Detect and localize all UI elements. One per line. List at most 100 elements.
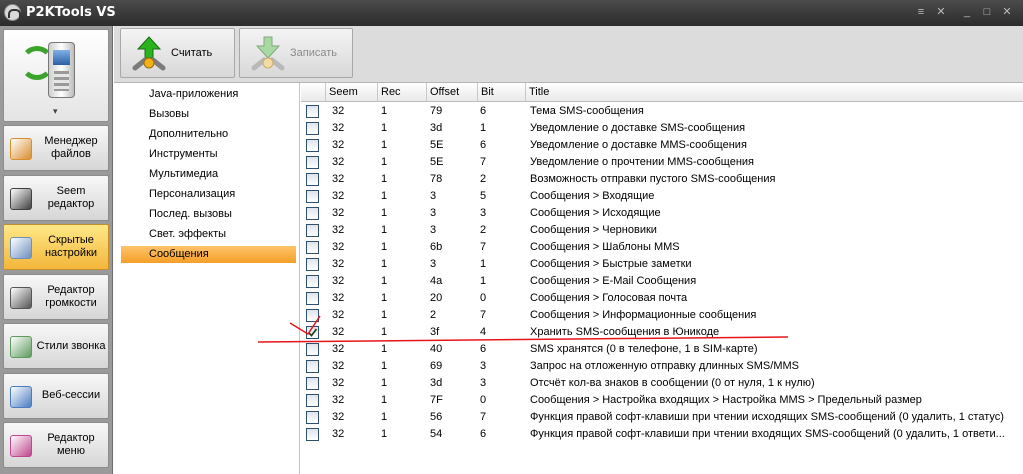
table-row[interactable]: 32 1 3 3 Сообщения > Исходящие [301,205,1023,222]
row-checkbox[interactable] [306,377,319,390]
row-checkbox[interactable] [306,326,319,339]
row-checkbox[interactable] [306,190,319,203]
cell-rec: 1 [381,105,388,117]
tree-item[interactable]: Вызовы [121,106,296,123]
cell-offset: 4a [430,275,443,287]
sidebar-button-file-manager[interactable]: Менеджер файлов [3,125,109,171]
cell-offset: 6b [430,241,443,253]
table-row[interactable]: 32 1 3 1 Сообщения > Быстрые заметки [301,256,1023,273]
row-checkbox[interactable] [306,122,319,135]
cell-offset: 3 [430,190,437,202]
tree-item[interactable]: Дополнительно [121,126,296,143]
cell-offset: 5E [430,156,444,168]
cell-rec: 1 [381,207,388,219]
row-checkbox[interactable] [306,309,319,322]
row-checkbox[interactable] [306,411,319,424]
row-checkbox[interactable] [306,292,319,305]
row-checkbox[interactable] [306,207,319,220]
phone-device-button[interactable]: ▾ [3,29,109,122]
table-row[interactable]: 32 1 5E 7 Уведомление о прочтении MMS-сообще… [301,154,1023,171]
sidebar-button-volume-editor[interactable]: Редактор громкости [3,273,109,320]
row-checkbox[interactable] [306,428,319,441]
table-row[interactable]: 32 1 40 6 SMS хранятся (0 в телефоне, 1 в SI… [301,341,1023,358]
cell-offset: 3 [430,258,437,270]
cell-rec: 1 [381,190,388,202]
minimize-button[interactable]: _ [960,6,974,19]
hidden-settings-icon [10,237,32,259]
table-row[interactable]: 32 1 5E 6 Уведомление о доставке MMS-сообщен… [301,137,1023,154]
seem-editor-icon [10,187,32,210]
row-checkbox[interactable] [306,139,319,152]
sidebar-button-ring-styles[interactable]: Стили звонка [3,323,109,369]
cell-bit: 7 [480,241,487,253]
write-arrow-icon [251,36,285,71]
table-row[interactable]: 32 1 79 6 Тема SMS-сообщения [301,103,1023,120]
row-checkbox[interactable] [306,224,319,237]
tree-item[interactable]: Сообщения [121,246,296,263]
cell-bit: 1 [480,122,487,134]
sidebar-button-seem-editor[interactable]: Seem редактор [3,174,109,221]
cell-title: Функция правой софт-клавиши при чтении в… [530,428,1005,440]
table-row[interactable]: 32 1 78 2 Возможность отправки пустого SMS-с… [301,171,1023,188]
column-header-rec[interactable]: Rec [377,83,426,102]
table-row[interactable]: 32 1 6b 7 Сообщения > Шаблоны MMS [301,239,1023,256]
row-checkbox[interactable] [306,360,319,373]
cell-rec: 1 [381,241,388,253]
web-sessions-icon [10,385,32,408]
sidebar-button-hidden-settings[interactable]: Скрытые настройки [3,224,109,270]
table-row[interactable]: 32 1 3d 1 Уведомление о доставке SMS-сообщен… [301,120,1023,137]
row-checkbox[interactable] [306,241,319,254]
row-checkbox[interactable] [306,105,319,118]
tree-item[interactable]: Java-приложения [121,86,296,103]
cell-title: Запрос на отложенную отправку длинных SM… [530,360,799,372]
table-row[interactable]: 32 1 3 2 Сообщения > Черновики [301,222,1023,239]
cell-title: Хранить SMS-сообщения в Юникоде [530,326,720,338]
cell-bit: 3 [480,207,487,219]
row-checkbox[interactable] [306,258,319,271]
table-row[interactable]: 32 1 3 5 Сообщения > Входящие [301,188,1023,205]
table-row[interactable]: 32 1 3d 3 Отсчёт кол-ва знаков в сообщении (… [301,375,1023,392]
table-row[interactable]: 32 1 54 6 Функция правой софт-клавиши при чт… [301,426,1023,443]
table-row[interactable]: 32 1 3f 4 Хранить SMS-сообщения в Юникоде [301,324,1023,341]
tree-item[interactable]: Инструменты [121,146,296,163]
row-checkbox[interactable] [306,156,319,169]
tree-item[interactable]: Послед. вызовы [121,206,296,223]
cell-offset: 3 [430,207,437,219]
write-button[interactable]: Записать [239,28,353,78]
maximize-button[interactable]: □ [980,6,994,19]
table-row[interactable]: 32 1 2 7 Сообщения > Информационные сообщени… [301,307,1023,324]
cell-bit: 2 [480,224,487,236]
tree-item[interactable]: Персонализация [121,186,296,203]
row-checkbox[interactable] [306,275,319,288]
menu-icon[interactable]: ≡ [914,6,928,19]
sidebar-button-web-sessions[interactable]: Веб-сессии [3,372,109,419]
tree-item[interactable]: Мультимедиа [121,166,296,183]
cell-title: Сообщения > Быстрые заметки [530,258,692,270]
row-checkbox[interactable] [306,394,319,407]
cell-rec: 1 [381,275,388,287]
cell-title: Тема SMS-сообщения [530,105,644,117]
close-button[interactable]: ✕ [934,6,948,19]
chevron-down-icon[interactable]: ▾ [53,106,58,117]
column-header-title[interactable]: Title [525,83,1023,102]
sidebar-button-menu-editor[interactable]: Редактор меню [3,422,109,468]
read-button[interactable]: Считать [120,28,235,78]
table-row[interactable]: 32 1 7F 0 Сообщения > Настройка входящих > Н… [301,392,1023,409]
row-checkbox[interactable] [306,173,319,186]
table-row[interactable]: 32 1 56 7 Функция правой софт-клавиши при чт… [301,409,1023,426]
file-manager-icon [10,138,32,160]
cell-rec: 1 [381,343,388,355]
cell-title: Сообщения > Шаблоны MMS [530,241,680,253]
column-header-bit[interactable]: Bit [477,83,525,102]
column-header-seem[interactable]: Seem [325,83,377,102]
cell-title: Сообщения > Настройка входящих > Настрой… [530,394,922,406]
close-window-button[interactable]: ✕ [1000,6,1014,19]
table-row[interactable]: 32 1 69 3 Запрос на отложенную отправку длин… [301,358,1023,375]
table-row[interactable]: 32 1 4a 1 Сообщения > E-Mail Сообщения [301,273,1023,290]
column-header-offset[interactable]: Offset [426,83,477,102]
table-row[interactable]: 32 1 20 0 Сообщения > Голосовая почта [301,290,1023,307]
tree-item[interactable]: Свет. эффекты [121,226,296,243]
cell-seem: 32 [332,156,345,168]
row-checkbox[interactable] [306,343,319,356]
cell-bit: 3 [480,377,487,389]
